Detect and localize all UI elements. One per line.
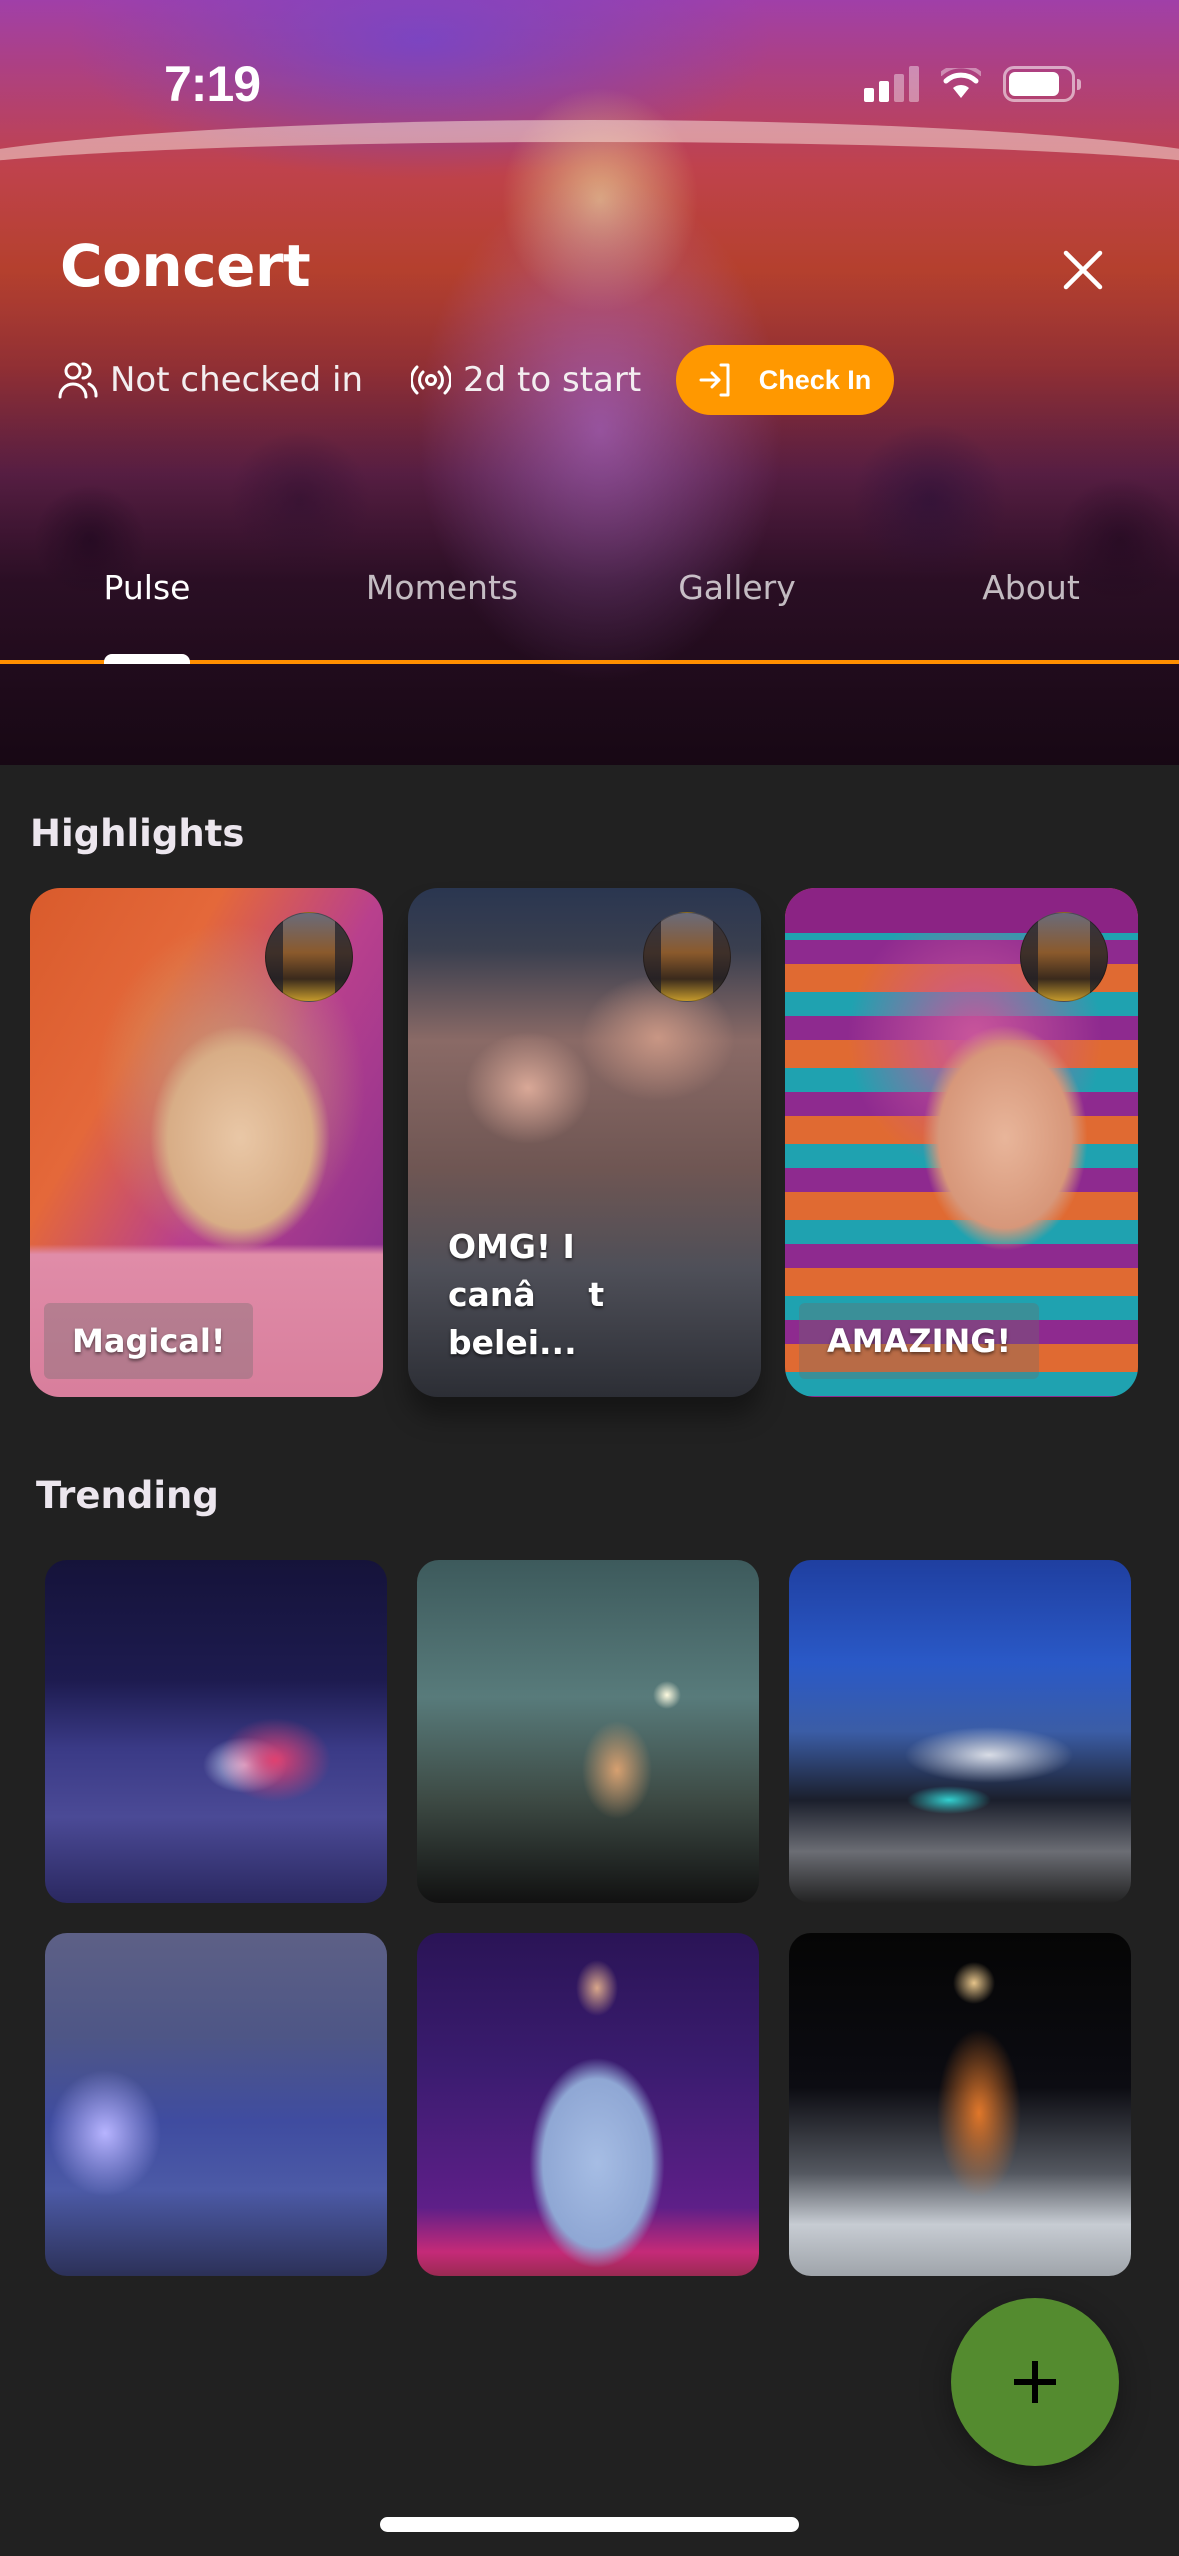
highlight-card[interactable]: Magical! — [30, 888, 383, 1397]
trending-item[interactable] — [417, 1560, 759, 1903]
tab-about[interactable]: About — [982, 568, 1080, 607]
countdown: 2d to start — [411, 360, 641, 400]
battery-icon — [1003, 66, 1081, 102]
check-in-status-label: Not checked in — [110, 360, 364, 400]
plus-icon — [1014, 2361, 1056, 2403]
check-in-status: Not checked in — [58, 360, 363, 400]
home-indicator[interactable] — [380, 2517, 799, 2532]
close-button[interactable] — [1058, 245, 1108, 295]
active-tab-indicator — [104, 654, 190, 664]
trending-item[interactable] — [789, 1933, 1131, 2276]
wifi-icon — [941, 68, 981, 98]
broadcast-icon — [411, 365, 452, 395]
event-meta-row: Not checked in 2d to start — [58, 345, 689, 415]
highlight-caption: OMG! I canât belei... — [448, 1227, 605, 1362]
highlight-author-avatar[interactable] — [265, 912, 353, 1002]
highlight-card[interactable]: OMG! I canât belei... — [408, 888, 761, 1397]
tab-moments[interactable]: Moments — [366, 568, 518, 607]
trending-item[interactable] — [417, 1933, 759, 2276]
highlight-caption: Magical! — [44, 1303, 254, 1379]
highlight-card[interactable]: AMAZING! — [785, 888, 1138, 1397]
status-time: 7:19 — [164, 56, 261, 112]
add-post-button[interactable] — [951, 2298, 1119, 2466]
close-icon — [1063, 250, 1103, 290]
check-in-button-label: Check In — [758, 364, 872, 395]
trending-item[interactable] — [45, 1933, 387, 2276]
highlights-heading: Highlights — [30, 812, 245, 855]
countdown-label: 2d to start — [463, 360, 642, 400]
status-icons — [864, 66, 1081, 102]
login-arrow-icon — [699, 363, 730, 397]
tab-bar: Pulse Moments Gallery About — [0, 560, 1179, 665]
trending-item[interactable] — [789, 1560, 1131, 1903]
tab-gallery[interactable]: Gallery — [678, 568, 796, 607]
highlight-author-avatar[interactable] — [643, 912, 731, 1002]
cellular-signal-icon — [864, 66, 919, 102]
trending-heading: Trending — [36, 1474, 219, 1517]
tab-pulse[interactable]: Pulse — [104, 568, 191, 607]
trending-item[interactable] — [45, 1560, 387, 1903]
highlight-author-avatar[interactable] — [1020, 912, 1108, 1002]
people-icon — [58, 362, 98, 399]
highlight-caption: AMAZING! — [799, 1303, 1040, 1379]
page-title: Concert — [60, 232, 311, 300]
check-in-button[interactable]: Check In — [676, 345, 894, 415]
